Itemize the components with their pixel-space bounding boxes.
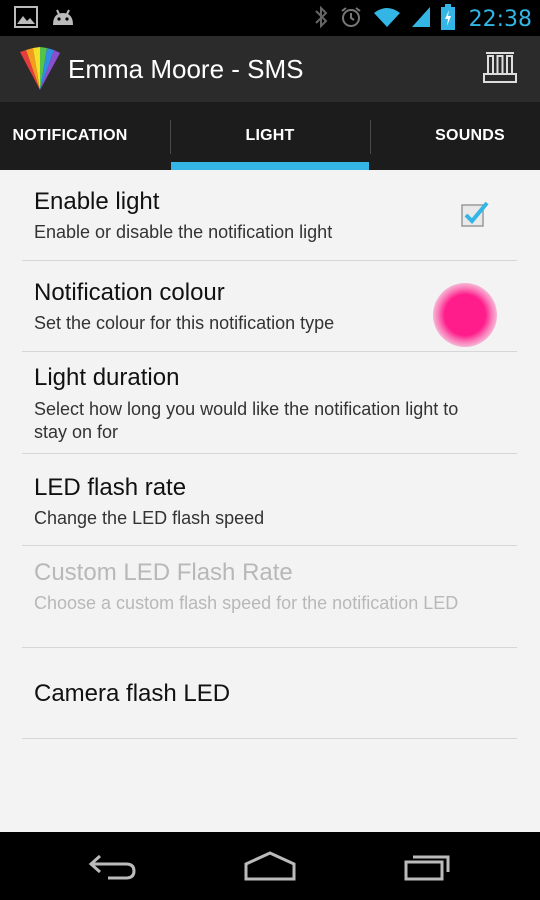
alarm-icon (339, 5, 363, 34)
pref-title: Light duration (34, 364, 180, 391)
action-bar: Emma Moore - SMS (0, 36, 540, 102)
colour-swatch[interactable] (433, 283, 497, 347)
pref-summary: Set the colour for this notification typ… (34, 313, 335, 333)
settings-rack-icon[interactable] (482, 50, 518, 86)
tab-notification[interactable]: NOTIFICATION (0, 102, 140, 170)
pref-title: Camera flash LED (34, 680, 231, 707)
pref-title: Notification colour (34, 279, 225, 306)
pref-custom-led-flash-rate: Custom LED Flash Rate Choose a custom fl… (22, 546, 517, 648)
enable-light-checkbox[interactable] (461, 200, 489, 227)
signal-icon (411, 6, 431, 33)
selected-tab-indicator (171, 162, 369, 170)
tab-bar: NOTIFICATION LIGHT SOUNDS (0, 102, 540, 170)
pref-title: Enable light (34, 188, 160, 215)
app-rainbow-logo-icon[interactable] (18, 46, 62, 92)
pref-summary: Enable or disable the notification light (34, 222, 333, 242)
pref-camera-flash-led[interactable]: Camera flash LED (22, 648, 517, 739)
pref-summary: Choose a custom flash speed for the noti… (34, 593, 459, 613)
android-icon (50, 7, 76, 32)
wifi-icon (373, 6, 401, 33)
pref-led-flash-rate[interactable]: LED flash rate Change the LED flash spee… (22, 454, 517, 546)
navigation-bar (0, 832, 540, 900)
bluetooth-icon (313, 5, 329, 34)
pref-enable-light[interactable]: Enable light Enable or disable the notif… (22, 170, 517, 261)
battery-icon (440, 4, 455, 35)
tab-sounds[interactable]: SOUNDS (400, 102, 540, 170)
tab-light[interactable]: LIGHT (171, 102, 369, 170)
status-time: 22:38 (468, 7, 532, 32)
status-bar: 22:38 (0, 0, 540, 36)
pref-notification-colour[interactable]: Notification colour Set the colour for t… (22, 261, 517, 352)
pref-title: LED flash rate (34, 474, 187, 501)
back-icon[interactable] (86, 848, 142, 884)
pref-light-duration[interactable]: Light duration Select how long you would… (22, 352, 517, 454)
app-title: Emma Moore - SMS (68, 54, 304, 84)
preferences-list: Enable light Enable or disable the notif… (0, 170, 540, 832)
gallery-icon (14, 6, 38, 33)
home-icon[interactable] (242, 848, 298, 884)
pref-summary: Select how long you would like the notif… (34, 399, 459, 442)
recent-apps-icon[interactable] (400, 848, 456, 884)
pref-title: Custom LED Flash Rate (34, 559, 293, 586)
tab-divider (370, 120, 371, 154)
pref-summary: Change the LED flash speed (34, 508, 265, 528)
